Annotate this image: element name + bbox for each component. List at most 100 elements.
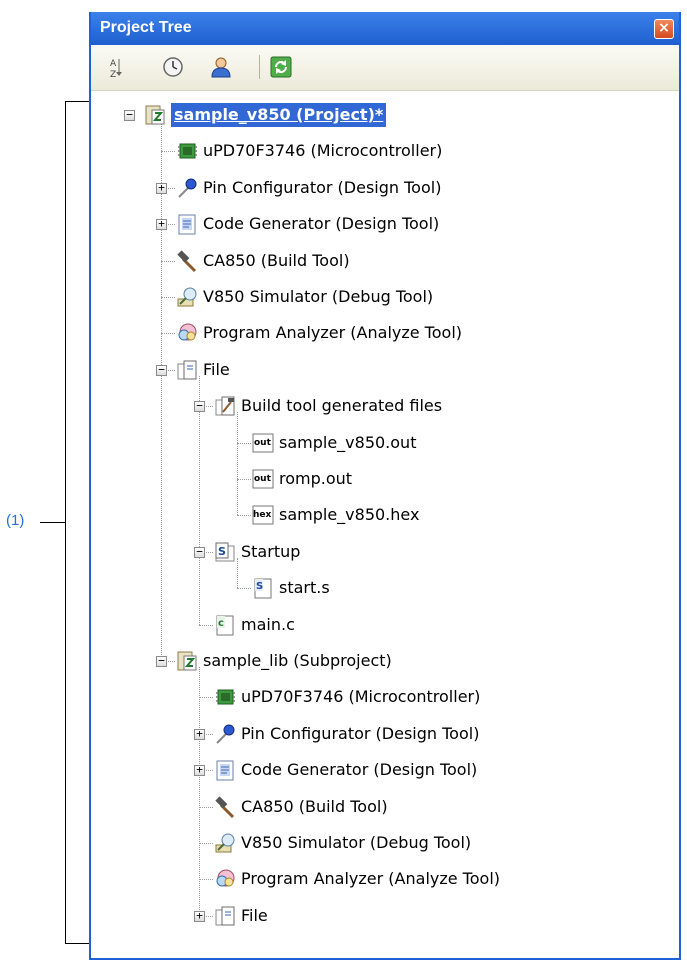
tree-node-label: Startup xyxy=(241,541,301,561)
collapse-toggle[interactable]: − xyxy=(124,109,135,121)
simulator-icon xyxy=(213,831,237,855)
tree-node[interactable]: + File xyxy=(91,900,679,932)
tree-node-label: File xyxy=(241,905,268,925)
tree-node-label: romp.out xyxy=(279,469,353,488)
refresh-button[interactable] xyxy=(269,55,293,79)
close-icon: × xyxy=(658,20,670,36)
user-icon xyxy=(211,57,231,78)
simulator-icon xyxy=(175,285,199,309)
tree-node[interactable]: V850 Simulator (Debug Tool) xyxy=(91,281,679,313)
tree-node[interactable]: out romp.out xyxy=(91,463,679,495)
clock-icon xyxy=(163,57,183,77)
code-generator-icon xyxy=(213,758,237,782)
tree-node[interactable]: Program Analyzer (Analyze Tool) xyxy=(91,863,679,895)
tree-node[interactable]: − sample_v850 (Project)* xyxy=(91,99,679,131)
callout-pointer xyxy=(40,522,65,523)
tree-node-label: start.s xyxy=(279,578,330,598)
tree-node[interactable]: CA850 (Build Tool) xyxy=(91,791,679,823)
out-file-icon: out xyxy=(251,467,275,491)
folder-icon xyxy=(175,358,199,382)
tree-node[interactable]: uPD70F3746 (Microcontroller) xyxy=(91,135,679,167)
tree-node-label: sample_lib (Subproject) xyxy=(203,651,392,670)
collapse-toggle[interactable]: − xyxy=(194,546,205,558)
microcontroller-icon xyxy=(213,685,237,709)
expand-toggle[interactable]: + xyxy=(194,728,205,740)
pin-configurator-icon xyxy=(213,722,237,746)
history-button[interactable] xyxy=(161,55,185,79)
refresh-icon xyxy=(270,56,292,78)
collapse-toggle[interactable]: − xyxy=(194,400,205,413)
tree-node[interactable]: + Pin Configurator (Design Tool) xyxy=(91,718,679,750)
program-analyzer-icon xyxy=(213,867,237,891)
tree-node-label: Pin Configurator (Design Tool) xyxy=(241,723,480,743)
tree-connector xyxy=(161,151,175,153)
tree-node-label: uPD70F3746 (Microcontroller) xyxy=(241,687,481,707)
tree-node[interactable]: out sample_v850.out xyxy=(91,427,679,459)
tree-node[interactable]: − Build tool generated files xyxy=(91,390,679,422)
tree-connector xyxy=(237,479,251,480)
panel-title-bar: Project Tree × xyxy=(91,12,679,45)
panel-title: Project Tree xyxy=(100,19,192,36)
tree-node[interactable]: − File xyxy=(91,354,679,386)
tree-connector xyxy=(199,843,213,844)
svg-text:S: S xyxy=(256,581,263,592)
callout-label: (1) xyxy=(6,512,25,529)
tree-node[interactable]: + Pin Configurator (Design Tool) xyxy=(91,172,679,204)
tree-node[interactable]: Sstart.s xyxy=(91,572,679,604)
microcontroller-icon xyxy=(175,139,199,163)
tree-node[interactable]: c main.c xyxy=(91,609,679,641)
tree-node[interactable]: V850 Simulator (Debug Tool) xyxy=(91,827,679,859)
toolbar-separator xyxy=(259,55,260,79)
tree-node[interactable]: − sample_lib (Subproject) xyxy=(91,645,679,677)
tree-node-label: V850 Simulator (Debug Tool) xyxy=(203,287,434,306)
collapse-toggle[interactable]: − xyxy=(156,364,167,376)
tree-connector xyxy=(161,333,175,335)
tree-connector xyxy=(199,624,213,626)
assembly-file-icon: S xyxy=(251,576,275,600)
tree-connector xyxy=(237,515,251,517)
svg-text:c: c xyxy=(218,618,224,629)
tree-node[interactable]: hex sample_v850.hex xyxy=(91,499,679,531)
project-icon xyxy=(143,103,167,127)
expand-toggle[interactable]: + xyxy=(194,910,205,922)
tree-node-label: File xyxy=(203,359,230,379)
tree-node-label: sample_v850 (Project)* xyxy=(171,103,387,127)
expand-toggle[interactable]: + xyxy=(194,764,205,777)
build-folder-icon xyxy=(213,394,237,418)
tree-node-label: CA850 (Build Tool) xyxy=(203,250,350,270)
expand-toggle[interactable]: + xyxy=(156,182,167,194)
tree-node-label: sample_v850.out xyxy=(279,432,417,452)
sort-icon: A Z xyxy=(110,59,122,80)
collapse-toggle[interactable]: − xyxy=(156,655,167,667)
tree-node[interactable]: − S Startup xyxy=(91,536,679,568)
tree-node-label: Build tool generated files xyxy=(241,396,443,416)
code-generator-icon xyxy=(175,212,199,236)
sort-button[interactable]: A Z xyxy=(105,55,129,80)
c-file-icon: c xyxy=(213,613,237,637)
build-tool-icon xyxy=(175,249,199,273)
callout-bracket-top xyxy=(65,101,89,102)
tree-node[interactable]: Program Analyzer (Analyze Tool) xyxy=(91,317,679,349)
pin-configurator-icon xyxy=(175,176,199,200)
project-icon xyxy=(175,649,199,673)
tree-node[interactable]: + Code Generator (Design Tool) xyxy=(91,754,679,786)
hex-file-icon: hex xyxy=(251,503,275,527)
tree-connector xyxy=(237,442,251,444)
tree-node-label: Pin Configurator (Design Tool) xyxy=(203,177,442,197)
close-button[interactable]: × xyxy=(654,19,674,39)
folder-icon xyxy=(213,904,237,928)
build-tool-icon xyxy=(213,795,237,819)
tree-node-label: Code Generator (Design Tool) xyxy=(241,760,478,780)
expand-toggle[interactable]: + xyxy=(156,218,167,231)
tree-node-label: sample_v850.hex xyxy=(279,505,420,525)
tree-node[interactable]: CA850 (Build Tool) xyxy=(91,245,679,277)
svg-text:out: out xyxy=(254,438,272,448)
tree-node[interactable]: + Code Generator (Design Tool) xyxy=(91,208,679,240)
callout-bracket-bottom xyxy=(65,943,89,944)
tree-node-label: Program Analyzer (Analyze Tool) xyxy=(203,323,462,343)
tree-node-label: uPD70F3746 (Microcontroller) xyxy=(203,141,443,161)
properties-button[interactable] xyxy=(209,55,233,79)
tree-connector xyxy=(237,588,251,590)
tree-connector xyxy=(161,297,175,298)
tree-node[interactable]: uPD70F3746 (Microcontroller) xyxy=(91,681,679,713)
